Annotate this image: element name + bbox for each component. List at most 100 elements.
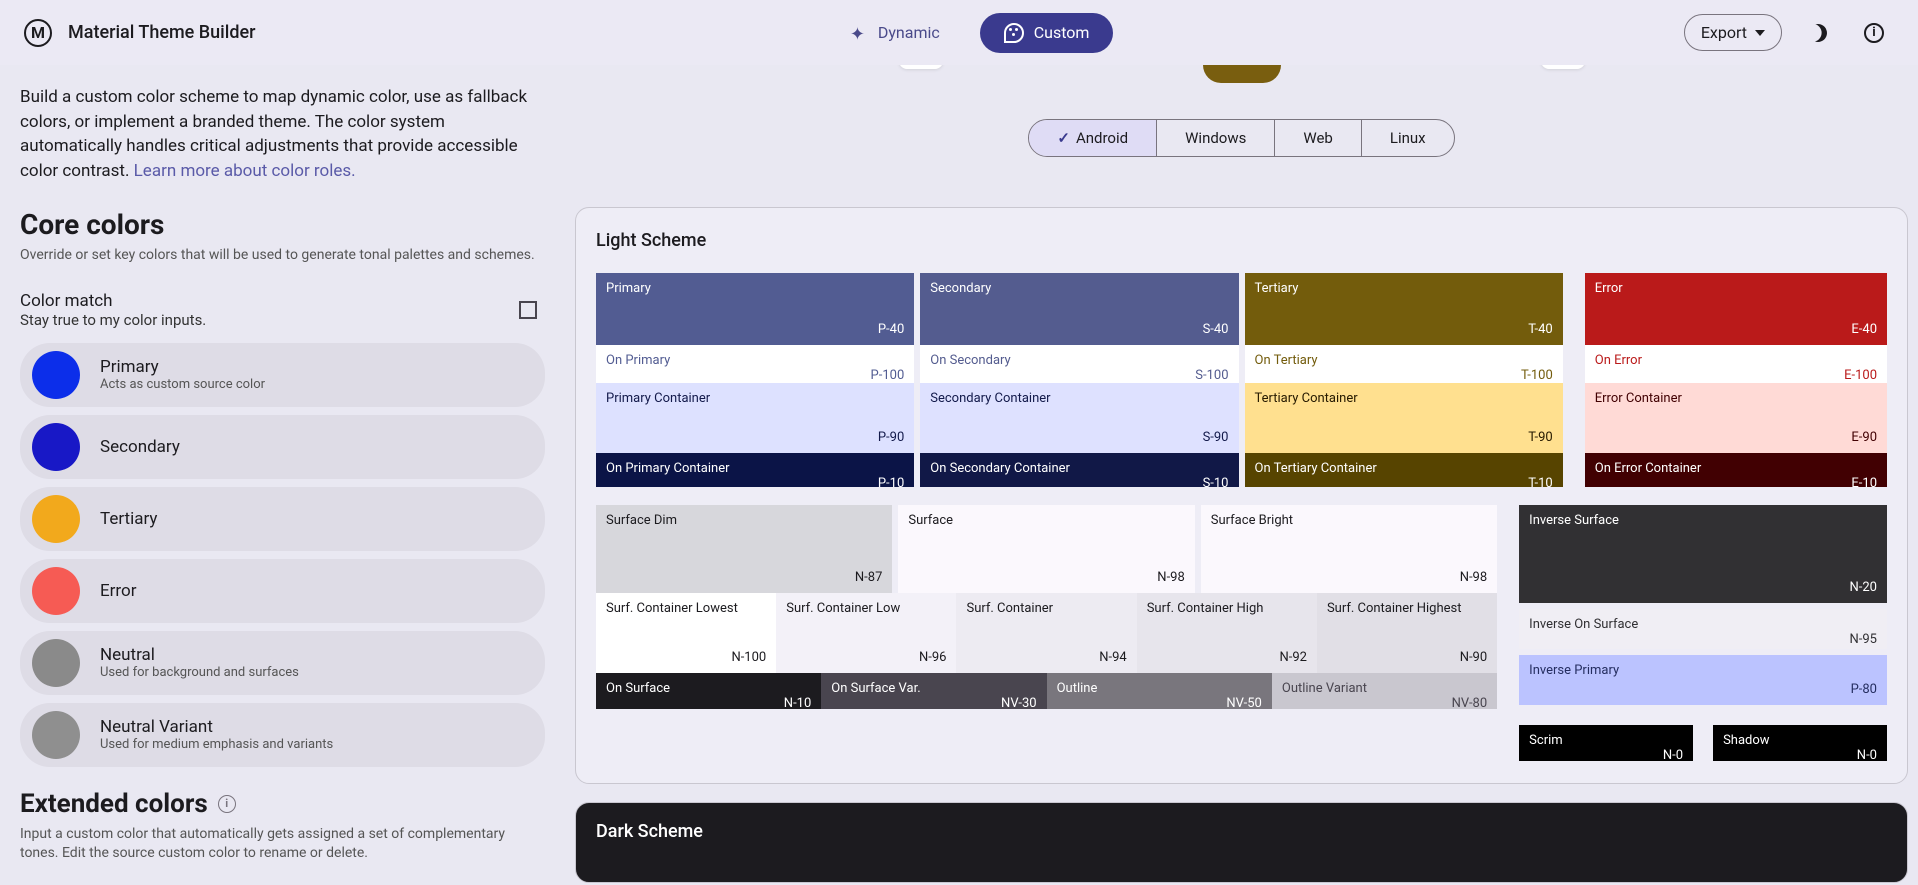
platform-tab-android[interactable]: ✓Android [1029, 120, 1156, 156]
color-chip[interactable]: NeutralUsed for background and surfaces [20, 631, 545, 695]
color-match-sub: Stay true to my color inputs. [20, 311, 206, 329]
role-on-error-container[interactable]: On Error ContainerE-10 [1585, 453, 1887, 487]
role-tertiary-container[interactable]: Tertiary ContainerT-90 [1245, 383, 1563, 453]
role-scrim[interactable]: ScrimN-0 [1519, 725, 1693, 761]
role-on-tertiary[interactable]: On TertiaryT-100 [1245, 345, 1563, 383]
intro-text: Build a custom color scheme to map dynam… [20, 85, 545, 184]
color-swatch [32, 495, 80, 543]
role-on-primary[interactable]: On PrimaryP-100 [596, 345, 914, 383]
role-on-tertiary-container[interactable]: On Tertiary ContainerT-10 [1245, 453, 1563, 487]
chip-sub: Used for background and surfaces [100, 665, 299, 680]
export-button[interactable]: Export [1684, 14, 1782, 51]
role-shadow[interactable]: ShadowN-0 [1713, 725, 1887, 761]
check-icon: ✓ [1057, 129, 1070, 147]
dark-scheme-box: Dark Scheme [575, 802, 1908, 883]
role-on-secondary-container[interactable]: On Secondary ContainerS-10 [920, 453, 1238, 487]
sparkle-icon [850, 24, 868, 42]
color-chip[interactable]: Error [20, 559, 545, 623]
role-sc-lowest[interactable]: Surf. Container LowestN-100 [596, 593, 776, 673]
role-on-error[interactable]: On ErrorE-100 [1585, 345, 1887, 383]
nav-custom[interactable]: Custom [980, 13, 1114, 53]
role-error-container[interactable]: Error ContainerE-90 [1585, 383, 1887, 453]
chip-sub: Acts as custom source color [100, 377, 265, 392]
right-panel: ✓AndroidWindowsWebLinux Light Scheme Pri… [565, 65, 1918, 885]
color-swatch [32, 639, 80, 687]
moon-icon [1806, 21, 1829, 44]
seed-thumb [899, 65, 943, 69]
chip-title: Secondary [100, 437, 180, 457]
seed-thumb [1541, 65, 1585, 69]
chip-title: Tertiary [100, 509, 157, 529]
nav-dynamic-label: Dynamic [878, 23, 940, 42]
role-on-surface[interactable]: On SurfaceN-10 [596, 673, 821, 709]
export-label: Export [1701, 23, 1747, 42]
color-swatch [32, 423, 80, 471]
role-sc-highest[interactable]: Surf. Container HighestN-90 [1317, 593, 1497, 673]
info-small-icon[interactable]: i [218, 795, 236, 813]
palette-icon [1004, 23, 1024, 43]
color-chip[interactable]: Secondary [20, 415, 545, 479]
nav-custom-label: Custom [1034, 23, 1090, 42]
role-on-surface-var[interactable]: On Surface Var.NV-30 [821, 673, 1046, 709]
color-chip[interactable]: Neutral VariantUsed for medium emphasis … [20, 703, 545, 767]
core-color-chips: PrimaryActs as custom source color Second… [20, 343, 545, 767]
color-roles-link[interactable]: Learn more about color roles. [134, 161, 356, 181]
app-title: Material Theme Builder [68, 22, 256, 43]
color-match-title: Color match [20, 291, 206, 311]
nav-dynamic[interactable]: Dynamic [826, 13, 964, 52]
role-inverse-surface[interactable]: Inverse SurfaceN-20 [1519, 505, 1887, 603]
role-primary[interactable]: PrimaryP-40 [596, 273, 914, 345]
role-tertiary[interactable]: TertiaryT-40 [1245, 273, 1563, 345]
role-column: ErrorE-40On ErrorE-100Error ContainerE-9… [1585, 273, 1887, 487]
color-swatch [32, 567, 80, 615]
info-icon: i [1864, 23, 1884, 43]
role-primary-container[interactable]: Primary ContainerP-90 [596, 383, 914, 453]
core-colors-heading: Core colors [20, 208, 545, 241]
core-colors-sub: Override or set key colors that will be … [20, 247, 545, 263]
role-secondary[interactable]: SecondaryS-40 [920, 273, 1238, 345]
color-match-row: Color match Stay true to my color inputs… [20, 291, 545, 329]
chip-title: Neutral [100, 645, 299, 665]
color-match-checkbox[interactable] [519, 301, 537, 319]
info-button[interactable]: i [1854, 13, 1894, 53]
role-error[interactable]: ErrorE-40 [1585, 273, 1887, 345]
header-right: Export i [1684, 13, 1894, 53]
color-swatch [32, 351, 80, 399]
material-logo-icon: M [24, 19, 52, 47]
role-sc-low[interactable]: Surf. Container LowN-96 [776, 593, 956, 673]
role-outline[interactable]: OutlineNV-50 [1047, 673, 1272, 709]
platform-tab-windows[interactable]: Windows [1156, 120, 1274, 156]
role-surface[interactable]: SurfaceN-98 [898, 505, 1194, 593]
color-swatch [32, 711, 80, 759]
role-on-secondary[interactable]: On SecondaryS-100 [920, 345, 1238, 383]
role-column: TertiaryT-40On TertiaryT-100Tertiary Con… [1245, 273, 1563, 487]
role-outline-var[interactable]: Outline VariantNV-80 [1272, 673, 1497, 709]
platform-tab-linux[interactable]: Linux [1361, 120, 1454, 156]
role-sc[interactable]: Surf. ContainerN-94 [956, 593, 1136, 673]
color-chip[interactable]: Tertiary [20, 487, 545, 551]
app-header: M Material Theme Builder Dynamic Custom … [0, 0, 1918, 65]
extended-colors-heading: Extended colors i [20, 789, 545, 819]
chip-title: Primary [100, 357, 265, 377]
role-inverse-primary[interactable]: Inverse PrimaryP-80 [1519, 655, 1887, 705]
theme-toggle-button[interactable] [1798, 13, 1838, 53]
seed-color-pill [1203, 65, 1281, 83]
platform-tabs: ✓AndroidWindowsWebLinux [1028, 119, 1454, 157]
left-panel: Build a custom color scheme to map dynam… [0, 65, 565, 885]
extended-colors-sub: Input a custom color that automatically … [20, 825, 545, 864]
light-scheme-title: Light Scheme [596, 230, 1887, 251]
chip-title: Neutral Variant [100, 717, 333, 737]
chip-title: Error [100, 581, 136, 601]
chip-sub: Used for medium emphasis and variants [100, 737, 333, 752]
role-on-primary-container[interactable]: On Primary ContainerP-10 [596, 453, 914, 487]
color-chip[interactable]: PrimaryActs as custom source color [20, 343, 545, 407]
header-nav: Dynamic Custom [256, 13, 1684, 53]
role-secondary-container[interactable]: Secondary ContainerS-90 [920, 383, 1238, 453]
role-sc-high[interactable]: Surf. Container HighN-92 [1137, 593, 1317, 673]
role-surface-bright[interactable]: Surface BrightN-98 [1201, 505, 1497, 593]
role-inverse-on-surface[interactable]: Inverse On SurfaceN-95 [1519, 609, 1887, 649]
platform-tab-web[interactable]: Web [1274, 120, 1360, 156]
role-surface-dim[interactable]: Surface DimN-87 [596, 505, 892, 593]
role-column: SecondaryS-40On SecondaryS-100Secondary … [920, 273, 1238, 487]
light-scheme-box: Light Scheme PrimaryP-40On PrimaryP-100P… [575, 207, 1908, 784]
